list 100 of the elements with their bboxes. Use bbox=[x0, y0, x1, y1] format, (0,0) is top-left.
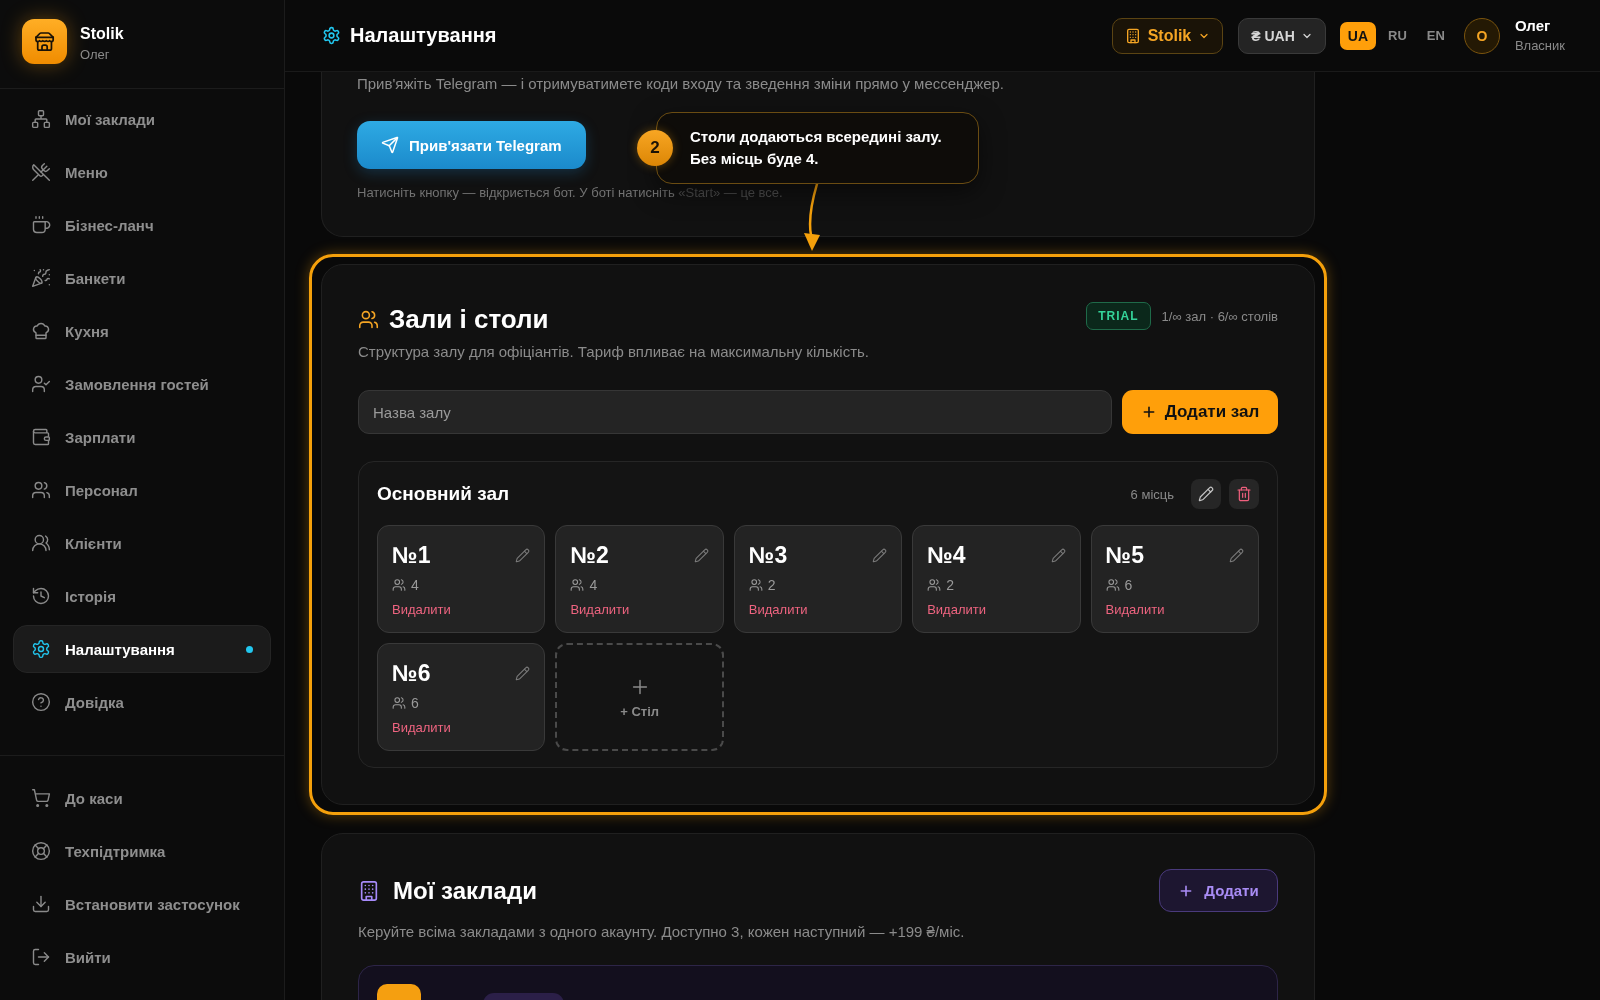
edit-table-button[interactable] bbox=[1229, 547, 1244, 563]
pencil-icon bbox=[872, 547, 888, 563]
users-icon bbox=[31, 480, 51, 500]
nav-item[interactable]: До каси bbox=[13, 774, 271, 822]
edit-table-button[interactable] bbox=[515, 547, 531, 563]
language-tab[interactable]: UA bbox=[1339, 21, 1377, 50]
party-popper-icon bbox=[31, 268, 51, 288]
fork-knife-icon bbox=[31, 162, 51, 182]
users-icon bbox=[1105, 578, 1120, 592]
history-icon bbox=[31, 586, 51, 606]
seat-count: 2 bbox=[946, 577, 954, 593]
language-tab[interactable]: EN bbox=[1418, 21, 1453, 50]
telegram-button[interactable]: Прив'язати Telegram bbox=[357, 121, 586, 169]
pointer-arrow bbox=[803, 183, 823, 252]
hall-name: Основний зал bbox=[377, 483, 510, 505]
users-icon bbox=[927, 578, 942, 592]
nav-item[interactable]: Вийти bbox=[13, 933, 271, 981]
network-icon bbox=[31, 109, 51, 129]
table-number: №4 bbox=[927, 541, 966, 569]
tooltip-text: Столи додаються всередині залу. Без місць буде 4. bbox=[690, 127, 942, 169]
users-icon bbox=[31, 533, 51, 553]
nav-item[interactable]: Замовлення гостей bbox=[13, 360, 271, 408]
edit-table-button[interactable] bbox=[693, 547, 709, 563]
settings-icon bbox=[31, 639, 51, 659]
currency-switch[interactable]: ₴ UAH bbox=[1238, 17, 1326, 54]
cup-icon bbox=[31, 215, 51, 235]
venue-switch[interactable]: Stolik bbox=[1111, 17, 1224, 54]
active-dot-icon bbox=[246, 645, 253, 653]
chef-hat-icon bbox=[31, 321, 51, 341]
settings-icon bbox=[322, 26, 341, 45]
edit-table-button[interactable] bbox=[1050, 547, 1066, 563]
seat-count: 4 bbox=[589, 577, 598, 593]
section-description: Структура залу для офіціантів. Тариф впливає на максимальну кількість. bbox=[358, 342, 871, 362]
nav-item[interactable]: Мої заклади bbox=[13, 95, 271, 143]
table-number: №6 bbox=[392, 659, 431, 687]
logout-icon bbox=[31, 947, 51, 967]
nav-item[interactable]: Техпідтримка bbox=[13, 827, 271, 875]
nav-item[interactable]: Бізнес-ланч bbox=[13, 201, 271, 249]
wallet-icon bbox=[31, 427, 51, 447]
seat-count: 4 bbox=[411, 577, 419, 593]
delete-link[interactable]: Видалити bbox=[392, 720, 451, 736]
plan-badge: TRIAL bbox=[1086, 302, 1151, 330]
delete-link[interactable]: Видалити bbox=[1105, 602, 1165, 618]
hall-name-input[interactable]: Назва залу bbox=[358, 390, 1112, 434]
users-icon bbox=[392, 696, 406, 710]
send-icon bbox=[381, 136, 399, 154]
section-title: Зали і столи bbox=[389, 303, 549, 335]
delete-link[interactable]: Видалити bbox=[927, 602, 986, 618]
trash-icon bbox=[1236, 486, 1252, 502]
nav-item[interactable]: Кухня bbox=[13, 307, 271, 355]
pencil-icon bbox=[1198, 486, 1214, 502]
section-description: Прив'яжіть Telegram — і отримуватимете коди входу та зведення зміни прямо у мессенджер. bbox=[357, 74, 1006, 94]
nav-item[interactable]: Банкети bbox=[13, 254, 271, 302]
app-name: Stolik bbox=[80, 25, 124, 43]
nav-item[interactable]: Встановити застосунок bbox=[13, 880, 271, 928]
delete-link[interactable]: Видалити bbox=[392, 602, 451, 618]
download-icon bbox=[31, 894, 51, 914]
pencil-icon bbox=[1050, 547, 1066, 563]
delete-hall-button[interactable] bbox=[1229, 479, 1259, 509]
add-hall-button[interactable]: Додати зал bbox=[1122, 390, 1278, 434]
pencil-icon bbox=[515, 547, 531, 563]
pencil-icon bbox=[515, 665, 531, 681]
section-description: Керуйте всіма закладами з одного акаунту. Доступно 3, кожен наступний — +199 ₴/міс. bbox=[358, 922, 966, 942]
cart-icon bbox=[31, 788, 51, 808]
table-number: №2 bbox=[570, 541, 609, 569]
nav-item[interactable]: Налаштування bbox=[13, 625, 271, 673]
table-number: №3 bbox=[748, 541, 788, 569]
seat-count: 6 bbox=[1124, 577, 1133, 593]
edit-table-button[interactable] bbox=[515, 665, 531, 681]
language-tab[interactable]: RU bbox=[1380, 21, 1415, 50]
nav-item[interactable]: Клієнти bbox=[13, 519, 271, 567]
seat-count: 6 bbox=[411, 695, 419, 711]
account-name: Олег bbox=[80, 47, 111, 63]
edit-table-button[interactable] bbox=[872, 547, 888, 563]
user-check-icon bbox=[31, 374, 51, 394]
delete-link[interactable]: Видалити bbox=[570, 602, 630, 618]
building-icon bbox=[1124, 27, 1141, 44]
user-name: Олег bbox=[1514, 17, 1552, 35]
page-title: Налаштування bbox=[350, 24, 497, 47]
pencil-icon bbox=[693, 547, 709, 563]
store-logo-icon bbox=[22, 19, 67, 64]
nav-item[interactable]: Історія bbox=[13, 572, 271, 620]
limits-text: 1/∞ зал · 6/∞ столів bbox=[1161, 308, 1278, 324]
section-title: Мої заклади bbox=[393, 875, 537, 906]
user-avatar[interactable]: О bbox=[1463, 17, 1500, 54]
nav-item[interactable]: Зарплати bbox=[13, 413, 271, 461]
edit-hall-button[interactable] bbox=[1191, 479, 1221, 509]
table-number: №1 bbox=[392, 541, 431, 569]
lifebuoy-icon bbox=[31, 841, 51, 861]
add-table-button[interactable]: + Стіл bbox=[555, 643, 724, 751]
pencil-icon bbox=[1229, 547, 1244, 563]
seat-count: 6 місць bbox=[1130, 486, 1174, 502]
users-icon bbox=[570, 578, 585, 592]
delete-link[interactable]: Видалити bbox=[748, 602, 808, 618]
nav-item[interactable]: Персонал bbox=[13, 466, 271, 514]
user-role: Власник bbox=[1514, 38, 1565, 54]
nav-item[interactable]: Довідка bbox=[13, 678, 271, 726]
users-icon bbox=[748, 578, 763, 592]
nav-item[interactable]: Меню bbox=[13, 148, 271, 196]
add-venue-button[interactable]: Додати bbox=[1159, 869, 1278, 912]
